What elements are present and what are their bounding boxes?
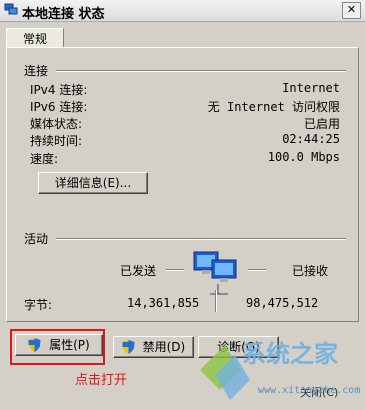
activity-group-divider (56, 238, 346, 240)
network-connection-icon (4, 3, 18, 15)
ipv6-label: IPv6 连接: (30, 100, 88, 114)
details-button-label: 详细信息(E)... (54, 176, 132, 190)
duration-label: 持续时间: (30, 134, 83, 148)
received-line (248, 269, 266, 271)
ipv4-value: Internet (282, 81, 340, 95)
disable-button-label: 禁用(D) (142, 340, 186, 354)
sent-label: 已发送 (120, 264, 157, 278)
connection-group-label: 连接 (24, 64, 49, 78)
bytes-divider (215, 290, 217, 312)
bytes-received-value: 98,475,512 (246, 296, 319, 310)
watermark-url: www.xitongzhe.com (258, 385, 361, 396)
close-button[interactable]: ✕ (342, 2, 361, 19)
media-state-value: 已启用 (303, 117, 340, 131)
speed-label: 速度: (30, 152, 59, 166)
uac-shield-icon (122, 340, 135, 354)
bytes-label: 字节: (24, 298, 53, 312)
duration-value: 02:44:25 (282, 132, 340, 146)
activity-group-label: 活动 (24, 232, 49, 246)
watermark-text: 系统之家 (242, 340, 338, 368)
connection-group-divider (56, 70, 346, 72)
tab-general-label: 常规 (22, 32, 47, 46)
click-to-open-annotation: 点击打开 (75, 373, 128, 388)
window-title: 本地连接 状态 (22, 7, 105, 22)
tab-general[interactable]: 常规 (6, 28, 64, 49)
bytes-sent-value: 14,361,855 (127, 296, 200, 310)
speed-value: 100.0 Mbps (267, 150, 340, 164)
ipv4-label: IPv4 连接: (30, 83, 88, 97)
sent-line (166, 269, 184, 271)
title-bar: 本地连接 状态 ✕ (0, 0, 365, 22)
close-icon: ✕ (346, 3, 357, 16)
media-state-label: 媒体状态: (30, 117, 83, 131)
ipv6-value: 无 Internet 访问权限 (207, 100, 340, 114)
highlight-frame (10, 329, 105, 365)
network-computers-icon (193, 251, 237, 295)
received-label: 已接收 (292, 264, 329, 278)
details-button[interactable]: 详细信息(E)... (38, 172, 148, 194)
